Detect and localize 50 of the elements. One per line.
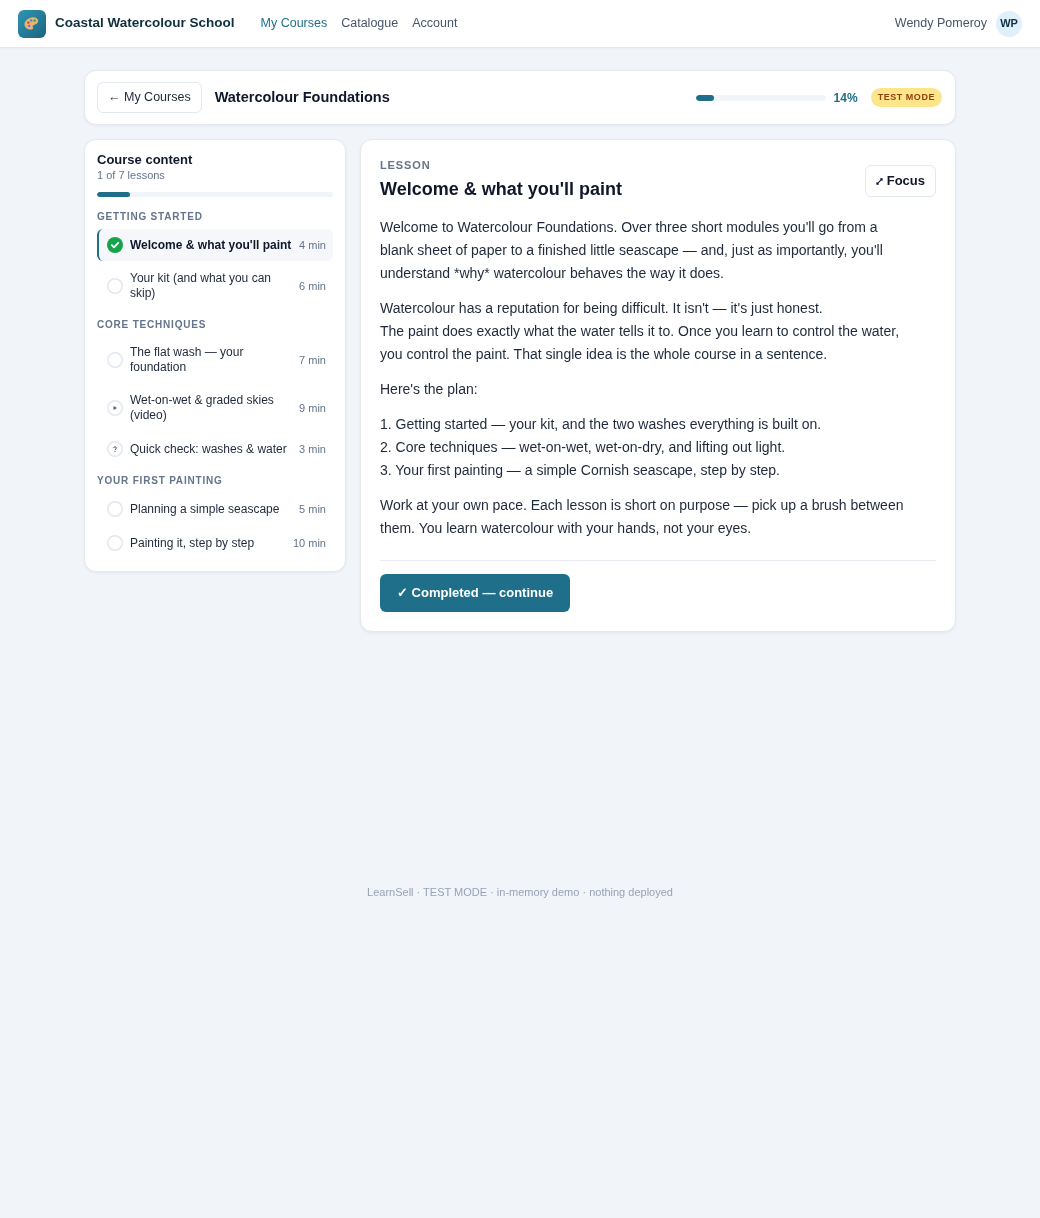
course-title: Watercolour Foundations	[214, 87, 390, 107]
lesson-duration: 10 min	[292, 535, 326, 551]
lesson-paragraph: Work at your own pace. Each lesson is short on purpose — pick up a brush between them. You learn watercolour with your hands, not your eyes.	[380, 496, 905, 538]
user-avatar[interactable]: WP	[996, 10, 1022, 37]
complete-continue-button[interactable]: ✓ Completed — continue	[380, 574, 571, 612]
lesson-title: Quick check: washes & water	[130, 441, 288, 457]
lesson-count: 1 of 7 lessons	[97, 168, 166, 182]
lesson-title: Wet-on-wet & graded skies (video)	[130, 393, 275, 423]
lesson-label: LESSON	[380, 159, 432, 171]
progress-percent: 14%	[833, 89, 858, 107]
nav-link[interactable]: My Courses	[260, 14, 328, 33]
lesson-duration: 4 min	[299, 237, 326, 253]
lesson-paragraph: Here's the plan:	[380, 380, 479, 399]
nav-link[interactable]: Account	[412, 14, 458, 33]
lesson-item[interactable]: Your kit (and what you can skip) 6 min	[97, 263, 333, 309]
lesson-paragraph: Watercolour has a reputation for being difficult. It isn't — it's just honest. The paint does exactly what the water tells it to. Once you learn to control the water, you control the paint. That single idea is the whole course in a sentence.	[380, 299, 901, 364]
lesson-item[interactable]: Quick check: washes & water 3 min	[97, 433, 333, 465]
lesson-duration: 9 min	[299, 400, 326, 416]
school-name: Coastal Watercolour School	[55, 14, 235, 33]
lesson-item[interactable]: Wet-on-wet & graded skies (video) 9 min	[97, 385, 333, 431]
lesson-item[interactable]: Welcome & what you'll paint 4 min	[97, 229, 333, 261]
lesson-title: Welcome & what you'll paint	[130, 237, 293, 253]
plan-item: 2. Core techniques — wet-on-wet, wet-on-dry, and lifting out light.	[380, 438, 787, 457]
lesson-duration: 6 min	[299, 278, 326, 294]
expand-icon	[875, 177, 883, 185]
lesson-title: Planning a simple seascape	[130, 501, 281, 517]
lesson-item[interactable]: Painting it, step by step 10 min	[97, 527, 333, 559]
section-heading: YOUR FIRST PAINTING	[97, 475, 224, 487]
section-heading: CORE TECHNIQUES	[97, 319, 208, 331]
section-heading: GETTING STARTED	[97, 211, 204, 223]
footer-note: LearnSell · TEST MODE · in-memory demo · nothing deployed	[366, 885, 674, 900]
lesson-title: The flat wash — your foundation	[130, 345, 245, 375]
lesson-duration: 3 min	[299, 441, 326, 457]
lesson-title: Your kit (and what you can skip)	[130, 271, 272, 301]
lesson-title-heading: Welcome & what you'll paint	[380, 178, 622, 201]
panel-title: Course content	[97, 152, 194, 168]
lesson-item[interactable]: The flat wash — your foundation 7 min	[97, 337, 333, 383]
nav-link[interactable]: Catalogue	[341, 14, 399, 33]
lesson-duration: 5 min	[299, 501, 326, 517]
lesson-item[interactable]: Planning a simple seascape 5 min	[97, 493, 333, 525]
lesson-title: Painting it, step by step	[130, 535, 256, 551]
user-name: Wendy Pomeroy	[894, 15, 987, 33]
lesson-duration: 7 min	[299, 352, 326, 368]
palette-icon	[18, 9, 46, 38]
lesson-paragraph: Welcome to Watercolour Foundations. Over three short modules you'll go from a blank sheet of paper to a finished little seascape — and, just as importantly, you'll understand *why* watercolour behaves the way it does.	[380, 218, 884, 283]
focus-button[interactable]: Focus	[864, 165, 936, 197]
test-mode-badge: TEST MODE	[870, 87, 942, 108]
plan-item: 3. Your first painting — a simple Cornish seascape, step by step.	[380, 461, 781, 480]
back-button[interactable]: ← My Courses	[97, 82, 202, 113]
plan-item: 1. Getting started — your kit, and the two washes everything is built on.	[380, 415, 823, 434]
